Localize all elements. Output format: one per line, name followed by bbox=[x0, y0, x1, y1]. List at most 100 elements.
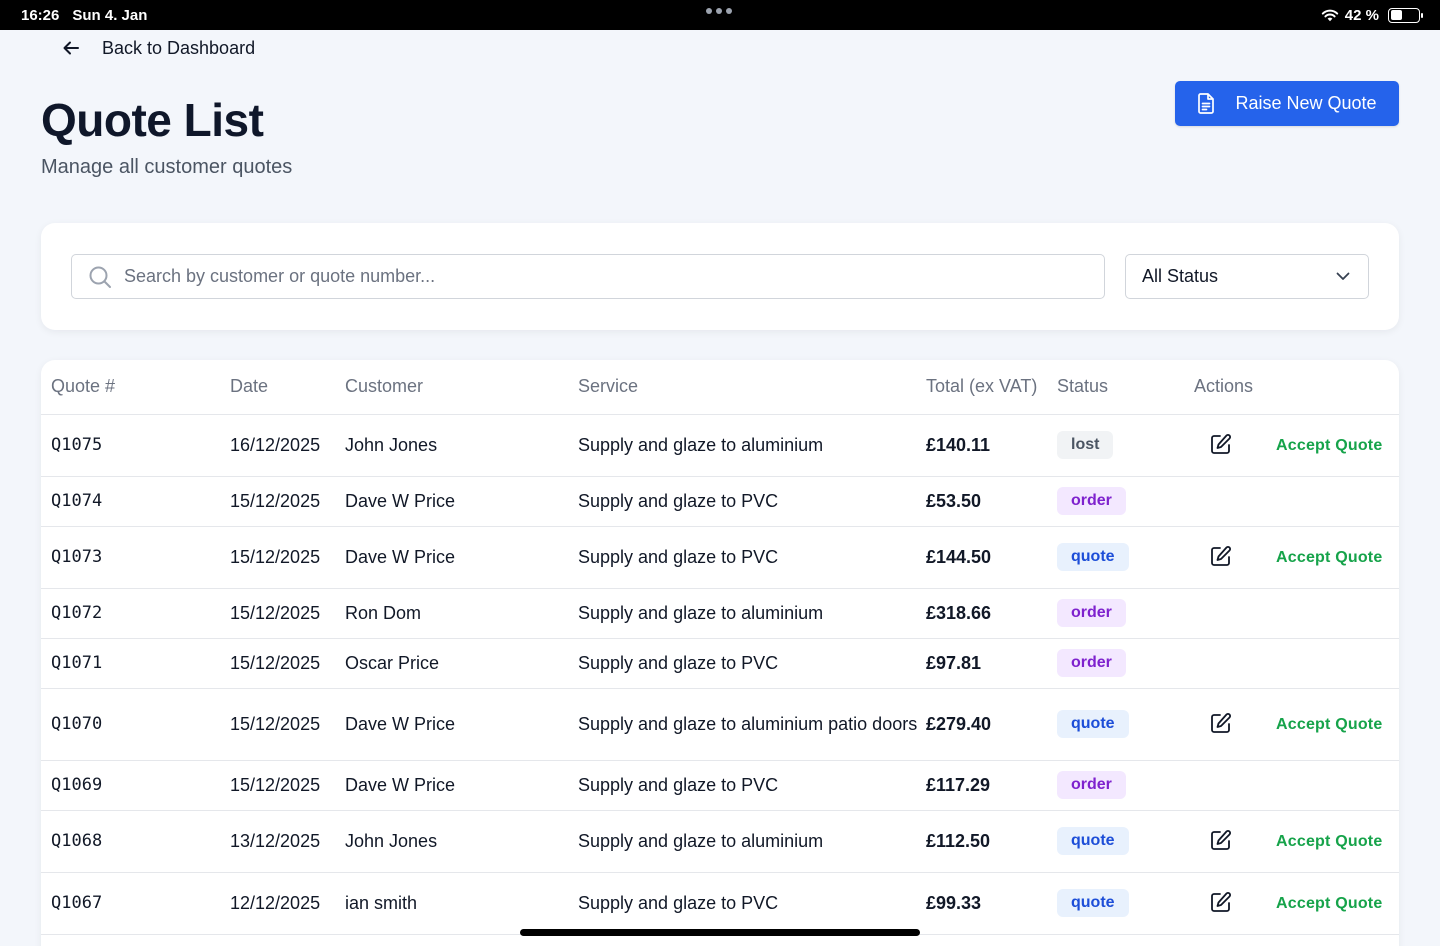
customer-name: Dave W Price bbox=[345, 476, 578, 527]
customer-name: John Jones bbox=[345, 810, 578, 873]
raise-new-quote-button[interactable]: Raise New Quote bbox=[1175, 81, 1399, 126]
accept-quote-button[interactable]: Accept Quote bbox=[1276, 433, 1382, 458]
status-filter-select[interactable]: All Status bbox=[1125, 254, 1369, 299]
total-amount: £117.29 bbox=[926, 760, 1057, 811]
table-row[interactable]: Q1073 15/12/2025 Dave W Price Supply and… bbox=[41, 526, 1399, 589]
quote-date: 16/12/2025 bbox=[230, 414, 345, 477]
service-description: Supply and glaze to PVC bbox=[578, 526, 926, 589]
status-date: Sun 4. Jan bbox=[72, 6, 148, 24]
status-cell: order bbox=[1057, 588, 1194, 639]
status-badge: order bbox=[1057, 487, 1126, 515]
multitasking-dots-icon[interactable] bbox=[706, 8, 732, 14]
customer-name: Ron Dom bbox=[345, 588, 578, 639]
customer-name: Oscar Price bbox=[345, 638, 578, 689]
quote-date: 13/12/2025 bbox=[230, 810, 345, 873]
quote-number[interactable]: Q1074 bbox=[41, 476, 230, 527]
status-badge: order bbox=[1057, 771, 1126, 799]
header-quote-number[interactable]: Quote # bbox=[41, 360, 230, 415]
quote-number[interactable]: Q1073 bbox=[41, 526, 230, 589]
service-description: Supply and glaze to PVC bbox=[578, 872, 926, 935]
quote-number[interactable]: Q1071 bbox=[41, 638, 230, 689]
status-bar: 16:26 Sun 4. Jan 42 % bbox=[0, 0, 1440, 30]
customer-name: Dave W Price bbox=[345, 688, 578, 761]
customer-name: Dave W Price bbox=[345, 526, 578, 589]
status-badge: order bbox=[1057, 649, 1126, 677]
actions-cell bbox=[1194, 476, 1399, 527]
table-row[interactable]: Q1071 15/12/2025 Oscar Price Supply and … bbox=[41, 638, 1399, 689]
home-indicator[interactable] bbox=[520, 929, 920, 936]
edit-icon[interactable] bbox=[1210, 712, 1234, 736]
row-actions: Accept Quote bbox=[1194, 829, 1399, 854]
table-row[interactable]: Q1075 16/12/2025 John Jones Supply and g… bbox=[41, 414, 1399, 477]
quote-number[interactable]: Q1069 bbox=[41, 760, 230, 811]
accept-quote-button[interactable]: Accept Quote bbox=[1276, 712, 1382, 737]
edit-icon[interactable] bbox=[1210, 545, 1234, 569]
edit-icon[interactable] bbox=[1210, 433, 1234, 457]
page-title: Quote List bbox=[41, 94, 264, 146]
quote-date: 15/12/2025 bbox=[230, 760, 345, 811]
accept-quote-button[interactable]: Accept Quote bbox=[1276, 545, 1382, 570]
total-amount: £53.50 bbox=[926, 476, 1057, 527]
actions-cell: Accept Quote bbox=[1194, 810, 1399, 873]
raise-new-quote-label: Raise New Quote bbox=[1235, 93, 1377, 113]
header-customer[interactable]: Customer bbox=[345, 360, 578, 415]
row-actions: Accept Quote bbox=[1194, 433, 1399, 458]
total-amount: £140.11 bbox=[926, 414, 1057, 477]
total-amount: £279.40 bbox=[926, 688, 1057, 761]
edit-icon[interactable] bbox=[1210, 891, 1234, 915]
total-amount: £144.50 bbox=[926, 526, 1057, 589]
quote-number[interactable]: Q1067 bbox=[41, 872, 230, 935]
table-row[interactable]: Q1069 15/12/2025 Dave W Price Supply and… bbox=[41, 760, 1399, 811]
header-status[interactable]: Status bbox=[1057, 360, 1194, 415]
page-subtitle: Manage all customer quotes bbox=[41, 156, 293, 178]
search-box[interactable] bbox=[71, 254, 1105, 299]
table-row[interactable]: Q1074 15/12/2025 Dave W Price Supply and… bbox=[41, 476, 1399, 527]
quote-number[interactable]: Q1070 bbox=[41, 688, 230, 761]
customer-name: ian smith bbox=[345, 872, 578, 935]
status-badge: order bbox=[1057, 599, 1126, 627]
quote-number[interactable]: Q1072 bbox=[41, 588, 230, 639]
accept-quote-button[interactable]: Accept Quote bbox=[1276, 891, 1382, 916]
status-badge: quote bbox=[1057, 889, 1129, 917]
quote-number[interactable]: Q1075 bbox=[41, 414, 230, 477]
actions-cell: Accept Quote bbox=[1194, 414, 1399, 477]
status-cell: order bbox=[1057, 476, 1194, 527]
header-date[interactable]: Date bbox=[230, 360, 345, 415]
total-amount: £318.66 bbox=[926, 588, 1057, 639]
actions-cell bbox=[1194, 638, 1399, 689]
edit-icon[interactable] bbox=[1210, 829, 1234, 853]
wifi-icon bbox=[1321, 9, 1338, 22]
status-cell: quote bbox=[1057, 872, 1194, 935]
header-actions: Actions bbox=[1194, 360, 1399, 415]
row-actions: Accept Quote bbox=[1194, 712, 1399, 737]
search-icon bbox=[89, 266, 111, 288]
header-total[interactable]: Total (ex VAT) bbox=[926, 360, 1057, 415]
service-description: Supply and glaze to PVC bbox=[578, 760, 926, 811]
total-amount: £97.81 bbox=[926, 638, 1057, 689]
quote-date: 15/12/2025 bbox=[230, 476, 345, 527]
table-row[interactable]: Q1070 15/12/2025 Dave W Price Supply and… bbox=[41, 688, 1399, 761]
status-cell: order bbox=[1057, 760, 1194, 811]
row-actions: Accept Quote bbox=[1194, 891, 1399, 916]
actions-cell bbox=[1194, 588, 1399, 639]
quote-number[interactable]: Q1068 bbox=[41, 810, 230, 873]
table-row[interactable]: Q1067 12/12/2025 ian smith Supply and gl… bbox=[41, 872, 1399, 935]
quote-date: 15/12/2025 bbox=[230, 688, 345, 761]
service-description: Supply and glaze to PVC bbox=[578, 476, 926, 527]
table-header-row: Quote # Date Customer Service Total (ex … bbox=[41, 360, 1399, 415]
table-row[interactable]: Q1068 13/12/2025 John Jones Supply and g… bbox=[41, 810, 1399, 873]
accept-quote-button[interactable]: Accept Quote bbox=[1276, 829, 1382, 854]
actions-cell bbox=[1194, 760, 1399, 811]
search-input[interactable] bbox=[124, 266, 1024, 287]
battery-icon bbox=[1388, 7, 1423, 23]
total-amount: £112.50 bbox=[926, 810, 1057, 873]
quotes-table: Quote # Date Customer Service Total (ex … bbox=[41, 360, 1399, 935]
row-actions: Accept Quote bbox=[1194, 545, 1399, 570]
back-to-dashboard-link[interactable]: Back to Dashboard bbox=[62, 36, 255, 60]
arrow-left-icon bbox=[63, 41, 79, 55]
table-row[interactable]: Q1072 15/12/2025 Ron Dom Supply and glaz… bbox=[41, 588, 1399, 639]
status-cell: order bbox=[1057, 638, 1194, 689]
header-service[interactable]: Service bbox=[578, 360, 926, 415]
customer-name: Dave W Price bbox=[345, 760, 578, 811]
battery-percent: 42 % bbox=[1344, 6, 1379, 24]
